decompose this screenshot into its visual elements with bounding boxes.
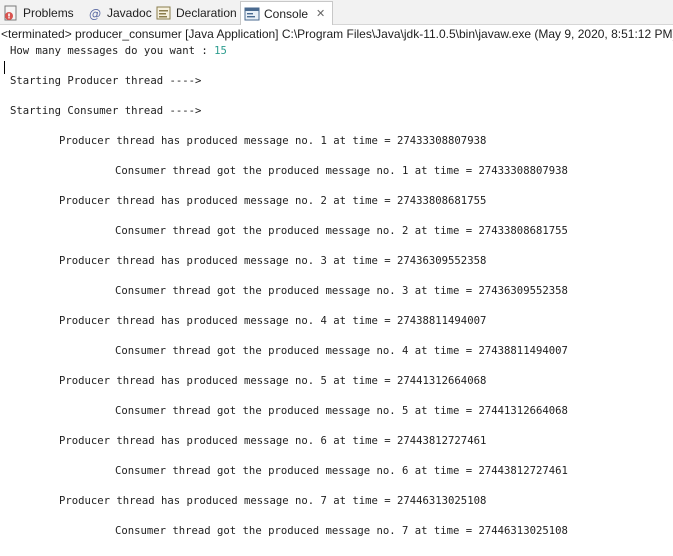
tab-console[interactable]: Console ✕ bbox=[240, 1, 333, 25]
svg-text:@: @ bbox=[89, 7, 101, 21]
console-line: Producer thread has produced message no.… bbox=[59, 195, 487, 207]
input-value: 15 bbox=[214, 45, 227, 57]
console-line: Producer thread has produced message no.… bbox=[59, 315, 487, 327]
console-line: Producer thread has produced message no.… bbox=[59, 495, 487, 507]
console-line: Consumer thread got the produced message… bbox=[115, 165, 568, 177]
console-line: Consumer thread got the produced message… bbox=[115, 465, 568, 477]
console-line: Consumer thread got the produced message… bbox=[115, 345, 568, 357]
process-status: <terminated> producer_consumer [Java App… bbox=[1, 27, 673, 41]
console-line: Producer thread has produced message no.… bbox=[59, 135, 487, 147]
console-line: Producer thread has produced message no.… bbox=[59, 375, 487, 387]
console-line: Producer thread has produced message no.… bbox=[59, 435, 487, 447]
console-prompt-line: How many messages do you want : 15 bbox=[10, 44, 227, 59]
tab-label: Problems bbox=[23, 6, 74, 20]
tab-label: Console bbox=[264, 6, 309, 21]
console-line: Starting Producer thread ----> bbox=[10, 75, 202, 87]
console-output[interactable]: How many messages do you want : 15 Start… bbox=[0, 43, 673, 556]
tab-declaration[interactable]: Declaration bbox=[153, 2, 237, 24]
tab-label: Javadoc bbox=[107, 6, 152, 20]
console-icon bbox=[244, 6, 260, 22]
console-line: Starting Consumer thread ----> bbox=[10, 105, 202, 117]
console-line: Consumer thread got the produced message… bbox=[115, 225, 568, 237]
javadoc-icon: @ bbox=[87, 5, 103, 21]
console-line: Consumer thread got the produced message… bbox=[115, 405, 568, 417]
view-tab-bar: Problems @ Javadoc Declaration Console ✕ bbox=[0, 0, 673, 25]
tab-label: Declaration bbox=[176, 6, 237, 20]
text-cursor bbox=[4, 61, 5, 74]
tab-javadoc[interactable]: @ Javadoc bbox=[84, 2, 152, 24]
console-line: Producer thread has produced message no.… bbox=[59, 255, 487, 267]
console-line: Consumer thread got the produced message… bbox=[115, 525, 568, 537]
problems-icon bbox=[3, 5, 19, 21]
prompt-text: How many messages do you want : bbox=[10, 45, 215, 57]
tab-problems[interactable]: Problems bbox=[0, 2, 74, 24]
console-line: Consumer thread got the produced message… bbox=[115, 285, 568, 297]
declaration-icon bbox=[156, 5, 172, 21]
close-icon[interactable]: ✕ bbox=[316, 7, 325, 20]
